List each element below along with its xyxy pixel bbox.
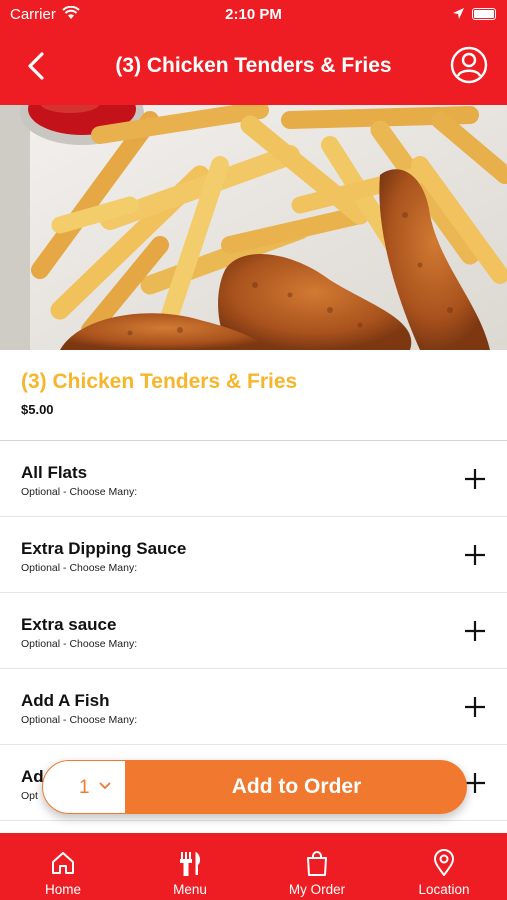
tab-my-order[interactable]: My Order bbox=[254, 833, 380, 900]
location-arrow-icon bbox=[453, 8, 464, 19]
tab-label: Menu bbox=[173, 882, 207, 897]
food-image bbox=[0, 105, 507, 350]
tab-menu[interactable]: Menu bbox=[127, 833, 253, 900]
plus-icon[interactable] bbox=[463, 619, 487, 643]
tab-label: My Order bbox=[288, 882, 346, 897]
option-row-all-flats[interactable]: All Flats Optional - Choose Many: bbox=[0, 441, 507, 517]
item-name: (3) Chicken Tenders & Fries bbox=[21, 370, 298, 393]
page-title: (3) Chicken Tenders & Fries bbox=[115, 54, 392, 77]
tab-label: Location bbox=[418, 882, 470, 897]
user-circle-icon[interactable] bbox=[449, 45, 489, 85]
quantity-value: 1 bbox=[79, 777, 90, 798]
chevron-down-icon bbox=[99, 782, 111, 790]
plus-icon[interactable] bbox=[463, 543, 487, 567]
tab-location[interactable]: Location bbox=[381, 833, 507, 900]
option-name: Ad bbox=[21, 767, 44, 786]
option-subtitle: Optional - Choose Many: bbox=[21, 714, 138, 726]
home-icon bbox=[52, 852, 74, 874]
quantity-selector[interactable]: 1 bbox=[42, 760, 126, 814]
add-to-order-button[interactable]: Add to Order bbox=[126, 760, 467, 814]
option-name: Extra sauce bbox=[21, 615, 117, 634]
option-row-extra-sauce[interactable]: Extra sauce Optional - Choose Many: bbox=[0, 593, 507, 669]
option-subtitle: Optional - Choose Many: bbox=[21, 562, 138, 574]
shopping-bag-icon bbox=[307, 851, 327, 876]
tab-label: Home bbox=[44, 882, 81, 897]
header: (3) Chicken Tenders & Fries bbox=[0, 28, 507, 105]
item-info: (3) Chicken Tenders & Fries $5.00 bbox=[0, 350, 507, 441]
plus-icon[interactable] bbox=[463, 695, 487, 719]
option-name: Add A Fish bbox=[21, 691, 110, 710]
clock: 2:10 PM bbox=[225, 6, 282, 23]
order-bar: 1 Add to Order bbox=[42, 760, 467, 814]
status-bar: Carrier 2:10 PM bbox=[0, 0, 507, 28]
battery-icon bbox=[472, 8, 496, 20]
option-row-add-a-fish[interactable]: Add A Fish Optional - Choose Many: bbox=[0, 669, 507, 745]
plus-icon[interactable] bbox=[463, 467, 487, 491]
fork-knife-icon bbox=[180, 852, 201, 876]
item-price: $5.00 bbox=[21, 402, 54, 417]
option-subtitle: Optional - Choose Many: bbox=[21, 638, 138, 650]
option-subtitle: Opt bbox=[21, 790, 38, 802]
option-name: All Flats bbox=[21, 463, 88, 482]
chevron-left-icon[interactable] bbox=[20, 48, 56, 84]
tab-bar: Home Menu My Order Location bbox=[0, 833, 507, 900]
option-name: Extra Dipping Sauce bbox=[21, 539, 187, 558]
location-pin-icon bbox=[434, 849, 454, 876]
option-row-extra-dipping-sauce[interactable]: Extra Dipping Sauce Optional - Choose Ma… bbox=[0, 517, 507, 593]
option-subtitle: Optional - Choose Many: bbox=[21, 486, 138, 498]
tab-home[interactable]: Home bbox=[0, 833, 126, 900]
